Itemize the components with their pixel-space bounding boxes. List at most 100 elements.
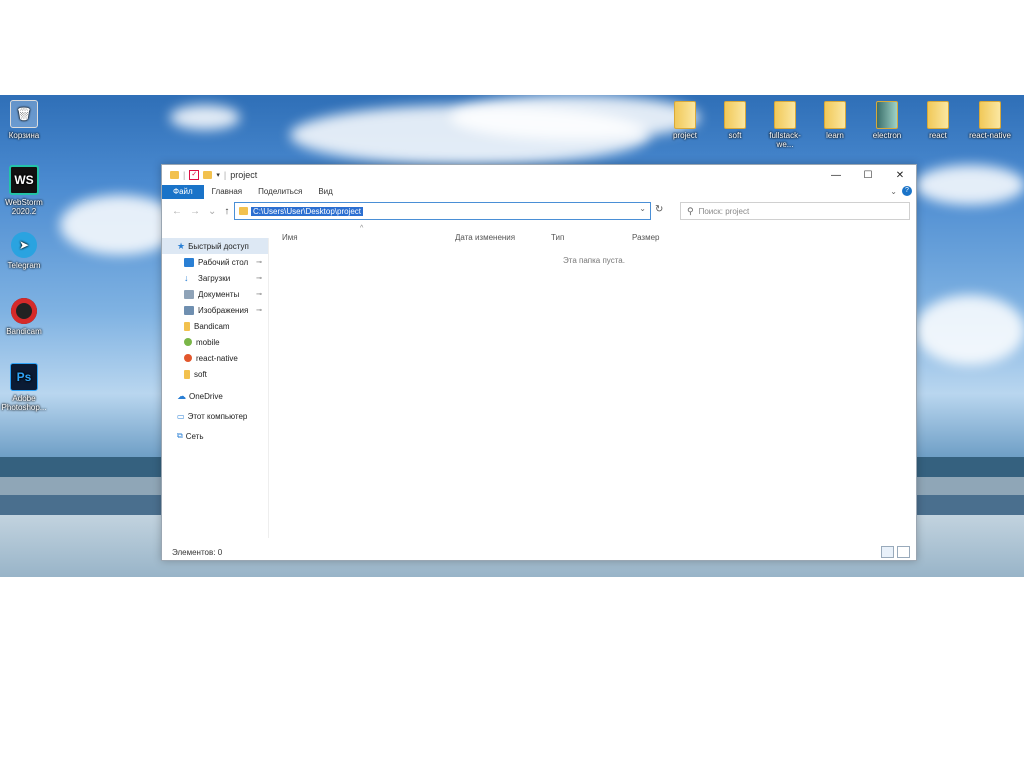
sidebar-item-label: Изображения xyxy=(198,305,249,315)
sidebar-item-documents[interactable]: Документы ⊸ xyxy=(162,286,268,302)
address-row: ← → ⌄ ↑ C:\Users\User\Desktop\project ⌄ … xyxy=(162,199,916,223)
column-header-date[interactable]: Дата изменения xyxy=(455,233,515,242)
sidebar-item-onedrive[interactable]: ☁ OneDrive xyxy=(162,388,268,404)
desktop-folder-react[interactable]: react xyxy=(914,101,962,140)
sidebar-item-this-pc[interactable]: ▭ Этот компьютер xyxy=(162,408,268,424)
desktop-icon-label: soft xyxy=(728,131,742,140)
search-box[interactable]: ⚲ Поиск: project xyxy=(680,202,910,220)
desktop-icon-telegram[interactable]: ➤ Telegram xyxy=(0,232,48,270)
sidebar-item-downloads[interactable]: ↓ Загрузки ⊸ xyxy=(162,270,268,286)
empty-folder-message: Эта папка пуста. xyxy=(563,256,625,265)
desktop-icon-label: react-native xyxy=(969,131,1011,140)
desktop-icon xyxy=(184,257,194,267)
desktop-icon-label: fullstack-we... xyxy=(769,131,801,149)
network-icon: ⧉ xyxy=(177,431,183,440)
desktop-icon-label: project xyxy=(672,131,697,140)
desktop-folder-learn[interactable]: learn xyxy=(811,101,859,140)
desktop-folder-project[interactable]: project xyxy=(661,101,709,140)
cloud xyxy=(170,105,240,130)
react-native-folder-icon xyxy=(184,354,192,362)
sidebar-item-soft[interactable]: soft xyxy=(162,366,268,382)
maximize-button[interactable]: ☐ xyxy=(852,165,884,185)
desktop-folder-soft[interactable]: soft xyxy=(711,101,759,140)
folder-icon xyxy=(927,101,949,129)
tab-view[interactable]: Вид xyxy=(310,185,340,199)
column-header-name[interactable]: Имя xyxy=(282,233,298,242)
sidebar-item-label: Рабочий стол xyxy=(198,257,249,267)
new-folder-icon[interactable] xyxy=(203,171,213,179)
folder-icon xyxy=(724,101,746,129)
sidebar-item-desktop[interactable]: Рабочий стол ⊸ xyxy=(162,254,268,270)
pin-icon[interactable]: ⊸ xyxy=(256,306,262,314)
navigation-pane: ★ Быстрый доступ Рабочий стол ⊸ ↓ Загруз… xyxy=(162,238,269,538)
photoshop-icon: Ps xyxy=(10,363,38,391)
minimize-button[interactable]: — xyxy=(820,165,852,185)
sidebar-item-pictures[interactable]: Изображения ⊸ xyxy=(162,302,268,318)
desktop-folder-react-native[interactable]: react-native xyxy=(964,101,1016,140)
back-arrow-icon[interactable]: ← xyxy=(172,206,182,217)
address-path[interactable]: C:\Users\User\Desktop\project xyxy=(251,206,364,216)
sidebar-item-network[interactable]: ⧉ Сеть xyxy=(162,428,268,444)
sidebar-item-label: Быстрый доступ xyxy=(188,241,249,251)
pin-icon[interactable]: ⊸ xyxy=(256,274,262,282)
sidebar-item-label: react-native xyxy=(196,353,238,363)
desktop-icon-recycle-bin[interactable]: 🗑 Корзина xyxy=(0,100,48,140)
expand-ribbon-icon[interactable]: ⌄ xyxy=(890,187,897,196)
search-icon: ⚲ xyxy=(687,205,694,216)
up-arrow-icon[interactable]: ↑ xyxy=(224,206,229,217)
pictures-icon xyxy=(184,305,194,315)
desktop-icon-label: Bandicam xyxy=(6,327,42,336)
webstorm-icon: WS xyxy=(9,165,39,195)
details-view-icon[interactable] xyxy=(881,546,894,558)
file-list: Имя ^ Дата изменения Тип Размер Эта папк… xyxy=(272,225,916,549)
desktop-icon-webstorm[interactable]: WS WebStorm 2020.2 xyxy=(0,165,48,216)
quick-access-toolbar-dropdown-icon[interactable]: ▾ xyxy=(216,171,220,179)
tab-home[interactable]: Главная xyxy=(204,185,250,199)
large-icons-view-icon[interactable] xyxy=(897,546,910,558)
sidebar-item-label: Сеть xyxy=(185,431,204,441)
column-header-type[interactable]: Тип xyxy=(551,233,564,242)
pin-icon[interactable]: ⊸ xyxy=(256,258,262,266)
desktop-icon-photoshop[interactable]: Ps Adobe Photoshop... xyxy=(0,363,48,412)
folder-icon xyxy=(774,101,796,129)
sidebar-item-label: Документы xyxy=(198,289,240,299)
folder-icon xyxy=(979,101,1001,129)
properties-icon[interactable]: ✓ xyxy=(189,170,200,180)
documents-icon xyxy=(184,289,194,299)
sidebar-item-react-native[interactable]: react-native xyxy=(162,350,268,366)
sidebar-item-label: soft xyxy=(194,369,207,379)
refresh-icon[interactable]: ↻ xyxy=(655,204,663,215)
pin-icon[interactable]: ⊸ xyxy=(256,290,262,298)
sidebar-item-quick-access[interactable]: ★ Быстрый доступ xyxy=(162,238,268,254)
close-button[interactable]: ✕ xyxy=(884,165,916,185)
star-icon: ★ xyxy=(177,240,186,251)
tab-share[interactable]: Поделиться xyxy=(250,185,310,199)
explorer-window: | ✓ ▾ | project — ☐ ✕ Файл Главная Подел… xyxy=(161,164,917,561)
sidebar-item-label: Bandicam xyxy=(194,321,230,331)
sidebar-item-mobile[interactable]: mobile xyxy=(162,334,268,350)
recycle-bin-icon: 🗑 xyxy=(10,100,38,128)
tab-file[interactable]: Файл xyxy=(162,185,204,199)
desktop-icon-label: WebStorm 2020.2 xyxy=(5,198,43,216)
desktop-icon-bandicam[interactable]: Bandicam xyxy=(0,298,48,336)
telegram-icon: ➤ xyxy=(11,232,37,258)
cloud xyxy=(915,295,1024,365)
address-dropdown-icon[interactable]: ⌄ xyxy=(639,204,646,213)
folder-icon xyxy=(876,101,898,129)
column-header-size[interactable]: Размер xyxy=(632,233,660,242)
folder-icon xyxy=(239,207,248,215)
recent-locations-icon[interactable]: ⌄ xyxy=(208,206,216,217)
computer-icon: ▭ xyxy=(177,411,185,421)
folder-icon xyxy=(170,171,179,179)
forward-arrow-icon[interactable]: → xyxy=(190,206,200,217)
status-bar: Элементов: 0 xyxy=(162,544,916,560)
cloud xyxy=(915,165,1024,205)
window-title: project xyxy=(230,170,258,180)
sidebar-item-bandicam[interactable]: Bandicam xyxy=(162,318,268,334)
download-icon: ↓ xyxy=(184,272,189,283)
desktop-folder-fullstack[interactable]: fullstack-we... xyxy=(761,101,809,149)
address-bar[interactable]: C:\Users\User\Desktop\project ⌄ xyxy=(234,202,651,220)
desktop-icon-label: learn xyxy=(826,131,844,140)
desktop-folder-electron[interactable]: electron xyxy=(863,101,911,140)
help-icon[interactable]: ? xyxy=(902,186,912,196)
